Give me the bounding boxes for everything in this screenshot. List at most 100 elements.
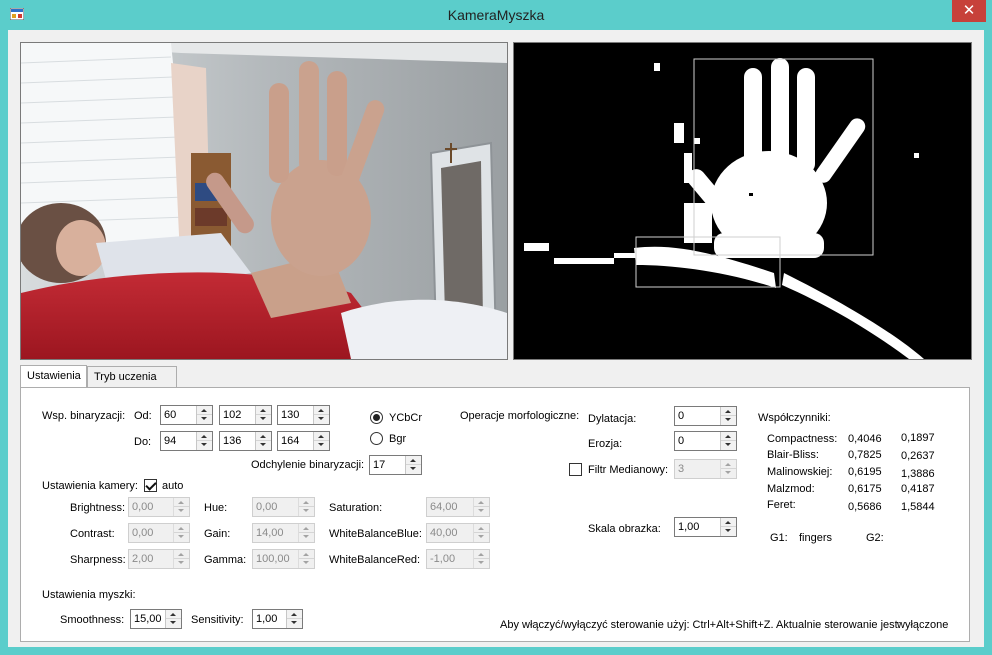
spin-down-icon[interactable] bbox=[166, 619, 181, 628]
spin-up-icon[interactable] bbox=[721, 460, 736, 469]
spin-down-icon[interactable] bbox=[299, 533, 314, 542]
deviation-spinner[interactable]: 17 bbox=[369, 455, 422, 475]
spin-down-icon[interactable] bbox=[721, 441, 736, 450]
wb-red-spinner[interactable]: -1,00 bbox=[426, 549, 490, 569]
tab-ustawienia[interactable]: Ustawienia bbox=[20, 365, 87, 387]
radio-ycbcr[interactable] bbox=[370, 411, 383, 424]
spin-up-icon[interactable] bbox=[721, 407, 736, 416]
coef-v1: 0,5686 bbox=[848, 501, 882, 513]
spin-up-icon[interactable] bbox=[166, 610, 181, 619]
spin-down-icon[interactable] bbox=[197, 441, 212, 450]
spin-up-icon[interactable] bbox=[474, 550, 489, 559]
erosion-spinner[interactable]: 0 bbox=[674, 431, 737, 451]
saturation-value: 64,00 bbox=[430, 501, 458, 513]
coef-v2: 1,3886 bbox=[901, 468, 935, 480]
bin-from-2-spinner[interactable]: 102 bbox=[219, 405, 272, 425]
spin-down-icon[interactable] bbox=[174, 507, 189, 516]
smoothness-value: 15,00 bbox=[134, 613, 162, 625]
spin-up-icon[interactable] bbox=[406, 456, 421, 465]
spin-down-icon[interactable] bbox=[299, 507, 314, 516]
spin-down-icon[interactable] bbox=[474, 559, 489, 568]
spin-down-icon[interactable] bbox=[721, 469, 736, 478]
spin-down-icon[interactable] bbox=[299, 559, 314, 568]
median-filter-checkbox[interactable] bbox=[569, 463, 582, 476]
bin-to-3-value: 164 bbox=[281, 435, 300, 447]
bin-to-2-value: 136 bbox=[223, 435, 242, 447]
median-filter-spinner[interactable]: 3 bbox=[674, 459, 737, 479]
spin-down-icon[interactable] bbox=[197, 415, 212, 424]
dilation-label: Dylatacja: bbox=[588, 413, 637, 425]
spin-up-icon[interactable] bbox=[721, 432, 736, 441]
control-state: wyłączone bbox=[897, 619, 949, 631]
close-button[interactable]: ✕ bbox=[952, 0, 986, 22]
spin-down-icon[interactable] bbox=[256, 441, 271, 450]
spin-up-icon[interactable] bbox=[197, 406, 212, 415]
spin-up-icon[interactable] bbox=[474, 498, 489, 507]
spin-down-icon[interactable] bbox=[721, 416, 736, 425]
spin-up-icon[interactable] bbox=[474, 524, 489, 533]
spin-up-icon[interactable] bbox=[314, 406, 329, 415]
spin-down-icon[interactable] bbox=[474, 507, 489, 516]
coef-v1: 0,4046 bbox=[848, 433, 882, 445]
smoothness-spinner[interactable]: 15,00 bbox=[130, 609, 182, 629]
spin-down-icon[interactable] bbox=[721, 527, 736, 536]
wb-blue-spinner[interactable]: 40,00 bbox=[426, 523, 490, 543]
scale-spinner[interactable]: 1,00 bbox=[674, 517, 737, 537]
wb-blue-label: WhiteBalanceBlue: bbox=[329, 528, 422, 540]
gamma-spinner[interactable]: 100,00 bbox=[252, 549, 315, 569]
close-icon: ✕ bbox=[962, 2, 976, 19]
spin-down-icon[interactable] bbox=[474, 533, 489, 542]
spin-up-icon[interactable] bbox=[256, 406, 271, 415]
bin-to-1-spinner[interactable]: 94 bbox=[160, 431, 213, 451]
spin-down-icon[interactable] bbox=[256, 415, 271, 424]
gain-spinner[interactable]: 14,00 bbox=[252, 523, 315, 543]
spin-up-icon[interactable] bbox=[299, 550, 314, 559]
dilation-spinner[interactable]: 0 bbox=[674, 406, 737, 426]
wb-red-label: WhiteBalanceRed: bbox=[329, 554, 421, 566]
camera-preview bbox=[20, 42, 508, 360]
spin-up-icon[interactable] bbox=[287, 610, 302, 619]
hue-spinner[interactable]: 0,00 bbox=[252, 497, 315, 517]
tab-ustawienia-label: Ustawienia bbox=[27, 370, 81, 382]
spin-up-icon[interactable] bbox=[299, 498, 314, 507]
spin-down-icon[interactable] bbox=[314, 441, 329, 450]
contrast-spinner[interactable]: 0,00 bbox=[128, 523, 190, 543]
sensitivity-spinner[interactable]: 1,00 bbox=[252, 609, 303, 629]
brightness-label: Brightness: bbox=[70, 502, 126, 514]
spin-down-icon[interactable] bbox=[406, 465, 421, 474]
spin-up-icon[interactable] bbox=[721, 518, 736, 527]
coef-v2: 0,2637 bbox=[901, 450, 935, 462]
spin-up-icon[interactable] bbox=[174, 524, 189, 533]
spin-down-icon[interactable] bbox=[287, 619, 302, 628]
coefficients-title: Współczynniki: bbox=[758, 412, 831, 424]
auto-checkbox[interactable] bbox=[144, 479, 157, 492]
hue-value: 0,00 bbox=[256, 501, 278, 513]
coef-name: Malzmod: bbox=[767, 483, 815, 495]
bin-to-3-spinner[interactable]: 164 bbox=[277, 431, 330, 451]
tab-tryb-uczenia[interactable]: Tryb uczenia bbox=[87, 366, 177, 387]
spin-up-icon[interactable] bbox=[174, 550, 189, 559]
window-title: KameraMyszka bbox=[447, 7, 545, 23]
brightness-spinner[interactable]: 0,00 bbox=[128, 497, 190, 517]
spin-down-icon[interactable] bbox=[314, 415, 329, 424]
bin-to-1-value: 94 bbox=[164, 435, 177, 447]
coef-v1: 0,7825 bbox=[848, 449, 882, 461]
g1-label: G1: bbox=[770, 532, 788, 544]
sharpness-spinner[interactable]: 2,00 bbox=[128, 549, 190, 569]
spin-up-icon[interactable] bbox=[299, 524, 314, 533]
bin-from-3-spinner[interactable]: 130 bbox=[277, 405, 330, 425]
spin-down-icon[interactable] bbox=[174, 559, 189, 568]
bin-from-1-spinner[interactable]: 60 bbox=[160, 405, 213, 425]
scale-label: Skala obrazka: bbox=[588, 523, 661, 535]
spin-down-icon[interactable] bbox=[174, 533, 189, 542]
spin-up-icon[interactable] bbox=[256, 432, 271, 441]
saturation-spinner[interactable]: 64,00 bbox=[426, 497, 490, 517]
bin-to-2-spinner[interactable]: 136 bbox=[219, 431, 272, 451]
spin-up-icon[interactable] bbox=[197, 432, 212, 441]
control-hint: Aby włączyć/wyłączyć sterowanie użyj: Ct… bbox=[500, 619, 901, 631]
radio-bgr[interactable] bbox=[370, 432, 383, 445]
coef-v1: 0,6195 bbox=[848, 466, 882, 478]
spin-up-icon[interactable] bbox=[314, 432, 329, 441]
saturation-label: Saturation: bbox=[329, 502, 383, 514]
spin-up-icon[interactable] bbox=[174, 498, 189, 507]
